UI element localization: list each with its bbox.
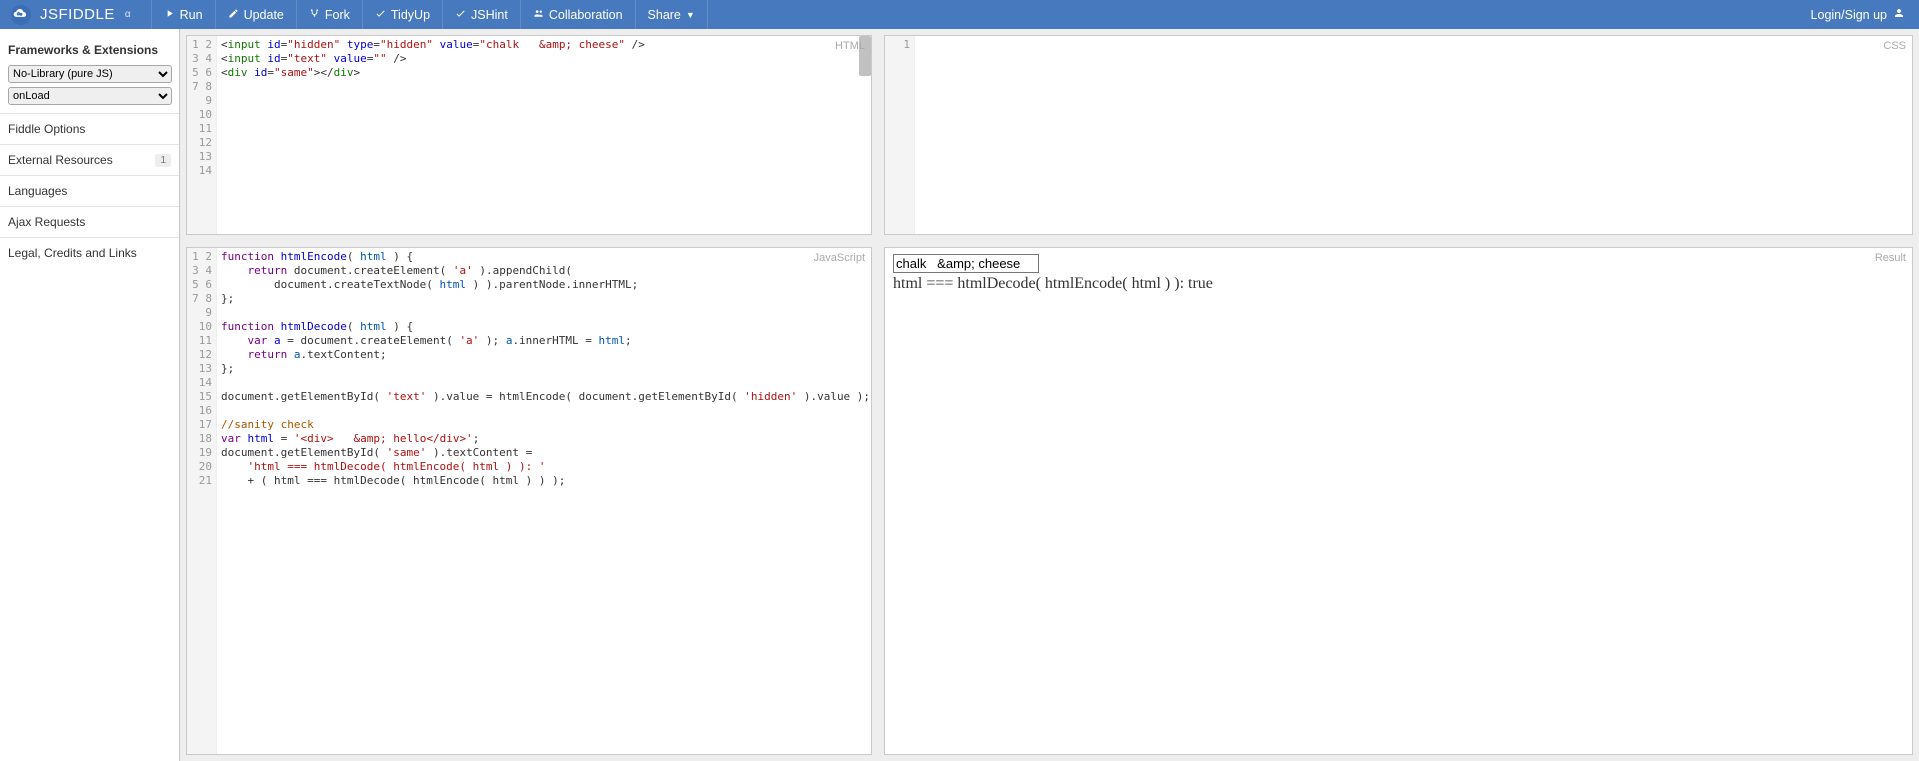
- css-gutter: 1: [885, 36, 915, 234]
- menu-label: Run: [180, 8, 203, 22]
- check-icon: [455, 8, 466, 22]
- menu-label: Share: [648, 8, 681, 22]
- sidebar-item-label: Legal, Credits and Links: [8, 246, 137, 260]
- result-output: html === htmlDecode( htmlEncode( html ) …: [893, 275, 1904, 293]
- sidebar-item-label: Languages: [8, 184, 67, 198]
- fork-icon: [309, 8, 320, 22]
- sidebar-item-label: External Resources: [8, 153, 113, 167]
- edit-icon: [228, 8, 239, 22]
- logo-alpha: α: [125, 9, 131, 20]
- menu-jshint[interactable]: JSHint: [443, 0, 521, 29]
- menu-label: Collaboration: [549, 8, 623, 22]
- menu-label: Fork: [325, 8, 350, 22]
- menu-tidyup[interactable]: TidyUp: [363, 0, 443, 29]
- result-pane-label: Result: [1875, 252, 1906, 264]
- play-icon: [164, 8, 175, 22]
- html-gutter: 1 2 3 4 5 6 7 8 9 10 11 12 13 14: [187, 36, 217, 234]
- badge: 1: [155, 154, 171, 167]
- menu-label: Update: [244, 8, 284, 22]
- html-code[interactable]: <input id="hidden" type="hidden" value="…: [217, 36, 871, 234]
- collab-icon: [533, 8, 544, 22]
- menu: Run Update Fork TidyUp JSHint Collaboration Sh…: [151, 0, 708, 29]
- js-pane[interactable]: JavaScript 1 2 3 4 5 6 7 8 9 10 11 12 13…: [186, 247, 872, 755]
- cloud-icon: [10, 4, 32, 26]
- html-pane[interactable]: HTML 1 2 3 4 5 6 7 8 9 10 11 12 13 14 <i…: [186, 35, 872, 235]
- logo-text: JSFIDDLE: [40, 6, 115, 23]
- caret-down-icon: ▼: [686, 10, 695, 20]
- sidebar: Frameworks & Extensions No-Library (pure…: [0, 29, 180, 761]
- editor-panes: HTML 1 2 3 4 5 6 7 8 9 10 11 12 13 14 <i…: [180, 29, 1919, 761]
- result-pane: Result html === htmlDecode( htmlEncode( …: [884, 247, 1913, 755]
- user-icon: [1893, 7, 1905, 22]
- login-label: Login/Sign up: [1811, 8, 1887, 22]
- menu-run[interactable]: Run: [151, 0, 216, 29]
- css-pane-label: CSS: [1883, 40, 1906, 52]
- check-icon: [375, 8, 386, 22]
- sidebar-item-label: Fiddle Options: [8, 122, 85, 136]
- html-pane-label: HTML: [835, 40, 865, 52]
- header: JSFIDDLE α Run Update Fork TidyUp JSHint Coll…: [0, 0, 1919, 29]
- sidebar-title: Frameworks & Extensions: [0, 37, 179, 65]
- sidebar-item-external-resources[interactable]: External Resources 1: [0, 144, 179, 175]
- js-code[interactable]: function htmlEncode( html ) { return doc…: [217, 248, 871, 754]
- result-input[interactable]: [893, 254, 1039, 273]
- menu-share[interactable]: Share ▼: [636, 0, 708, 29]
- sidebar-item-ajax-requests[interactable]: Ajax Requests: [0, 206, 179, 237]
- menu-label: JSHint: [471, 8, 508, 22]
- menu-fork[interactable]: Fork: [297, 0, 363, 29]
- wrap-select[interactable]: onLoad: [8, 87, 172, 105]
- sidebar-item-legal[interactable]: Legal, Credits and Links: [0, 237, 179, 268]
- sidebar-item-fiddle-options[interactable]: Fiddle Options: [0, 113, 179, 144]
- logo[interactable]: JSFIDDLE α: [10, 4, 131, 26]
- js-gutter: 1 2 3 4 5 6 7 8 9 10 11 12 13 14 15 16 1…: [187, 248, 217, 754]
- login-link[interactable]: Login/Sign up: [1797, 7, 1919, 22]
- menu-label: TidyUp: [391, 8, 430, 22]
- css-pane[interactable]: CSS 1: [884, 35, 1913, 235]
- js-pane-label: JavaScript: [814, 252, 865, 264]
- sidebar-item-label: Ajax Requests: [8, 215, 85, 229]
- menu-collab[interactable]: Collaboration: [521, 0, 636, 29]
- framework-select[interactable]: No-Library (pure JS): [8, 65, 172, 83]
- menu-update[interactable]: Update: [216, 0, 297, 29]
- sidebar-item-languages[interactable]: Languages: [0, 175, 179, 206]
- css-code[interactable]: [915, 36, 1912, 234]
